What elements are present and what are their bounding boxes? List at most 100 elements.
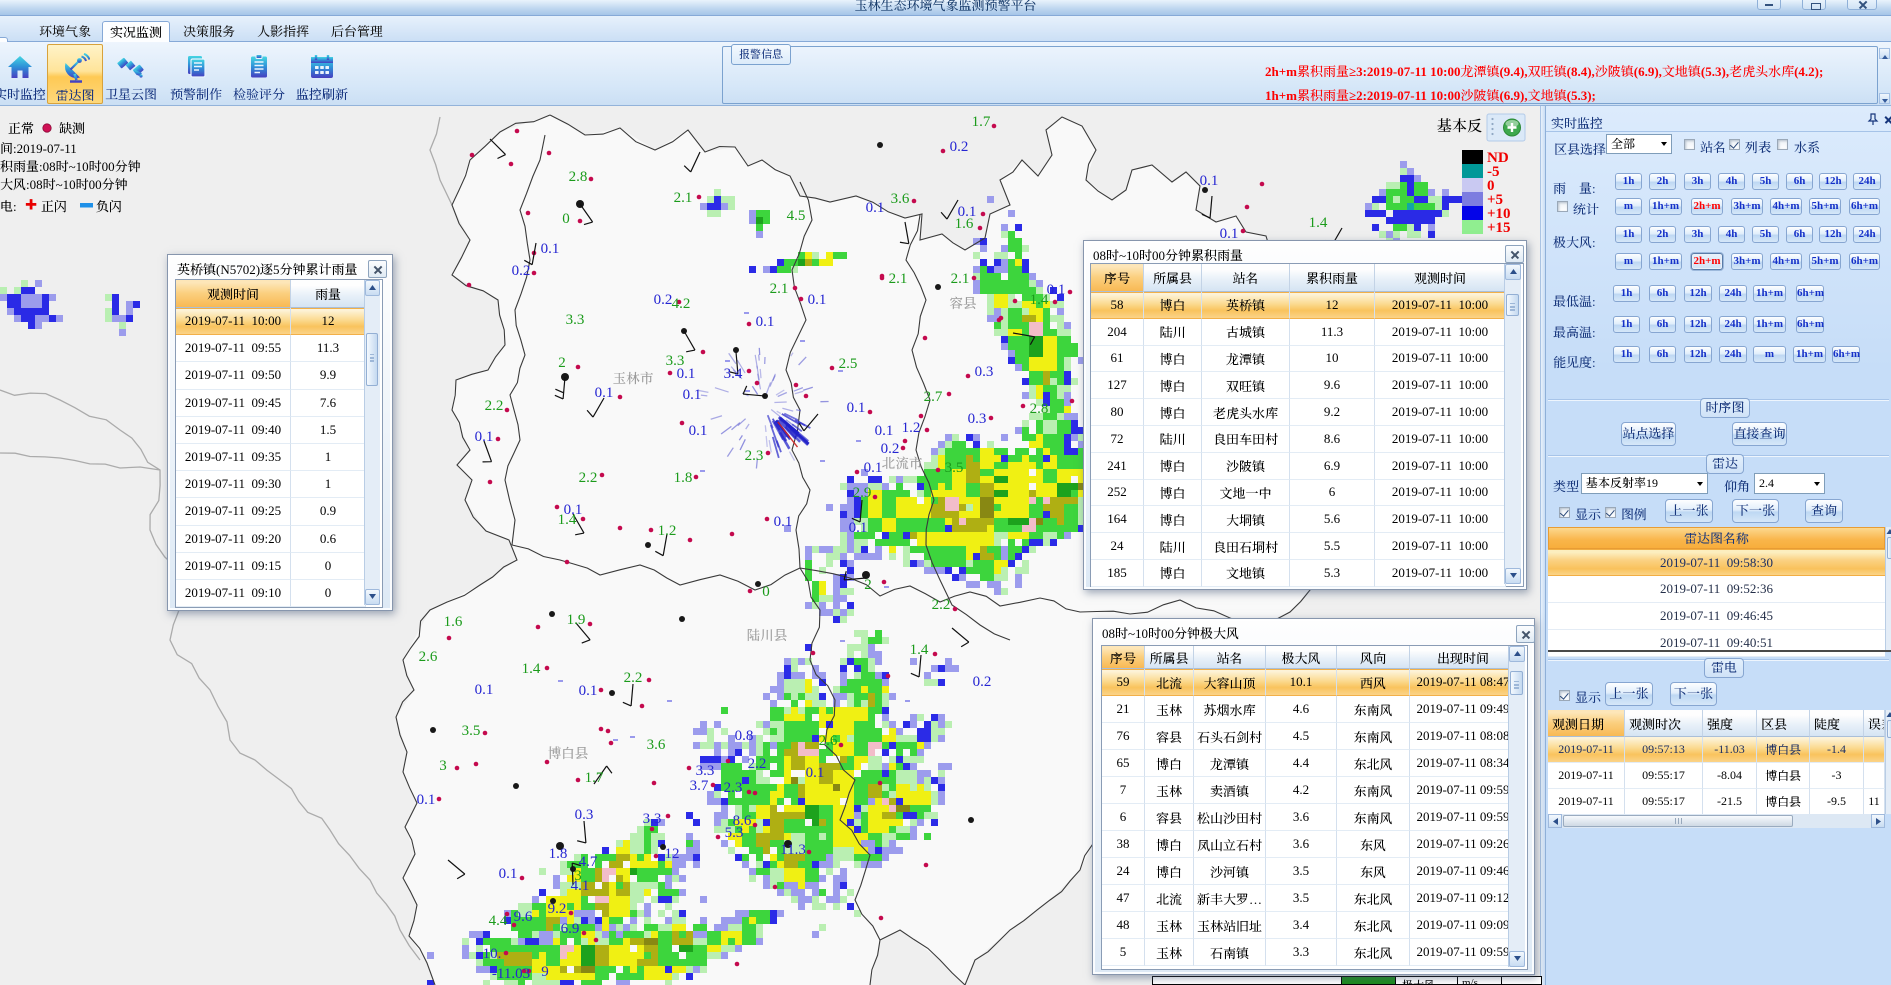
wind-cell[interactable]: 2019-07-11 09:49 [1410,696,1517,723]
wind-cell[interactable]: 4.6 [1266,696,1337,723]
rain-accum-cell[interactable]: 良田石垌村 [1202,533,1290,560]
btn-tmin-24h[interactable]: 24h [1719,285,1747,302]
btn-wind-stat-m[interactable]: m [1615,253,1642,270]
btn-rain-stat-5h_m[interactable]: 5h+m [1809,198,1841,215]
lightning-cell[interactable]: 2019-07-11 [1548,789,1625,815]
alert-scroll-down-icon[interactable] [1879,93,1890,104]
wind-cell[interactable]: 65 [1102,750,1145,777]
scroll-thumb[interactable] [366,333,378,386]
btn-rain-stat-4h_m[interactable]: 4h+m [1770,198,1802,215]
wind-cell[interactable]: 3.6 [1266,831,1337,858]
wind-col-header[interactable]: 风向 [1337,646,1410,669]
wind-cell[interactable]: 西风 [1337,669,1410,696]
lightning-cell[interactable]: -11.03 [1703,737,1757,763]
wind-cell[interactable]: 24 [1102,858,1145,885]
wind-scrollbar[interactable] [1508,646,1525,967]
lightning-col-header[interactable]: 观测日期 [1548,710,1625,737]
scroll-up-button[interactable] [365,280,380,296]
wind-cell[interactable]: 6 [1102,804,1145,831]
btn-wind-1h[interactable]: 1h [1615,226,1642,243]
rain-accum-cell[interactable]: 2019-07-11 10:00 [1375,560,1506,587]
rain5-cell[interactable]: 1 [291,471,366,498]
rain-accum-cell[interactable]: 6.9 [1290,453,1375,480]
rain-accum-scrollbar[interactable] [1504,264,1521,584]
wind-cell[interactable]: 新丰大罗… [1194,885,1266,912]
wind-cell[interactable]: 博白 [1145,831,1194,858]
wind-cell[interactable]: 2019-07-11 08:08 [1410,723,1517,750]
btn-wind-stat-4h_m[interactable]: 4h+m [1770,253,1802,270]
wind-cell[interactable]: 2019-07-11 09:59 [1410,939,1517,966]
lightning-col-header[interactable]: 强度 [1703,710,1757,737]
scroll-down-button[interactable] [365,589,380,605]
rain-accum-cell[interactable]: 5.6 [1290,506,1375,533]
lightning-col-header[interactable]: 观测时次 [1625,710,1703,737]
rain-accum-cell[interactable]: 沙陂镇 [1202,453,1290,480]
elevation-select[interactable]: 2.4 [1754,473,1825,494]
wind-cell[interactable]: 47 [1102,885,1145,912]
btn-tmax-12h[interactable]: 12h [1684,316,1712,333]
rain5-cell[interactable]: 2019-07-11 09:15 [176,553,291,580]
rain-accum-cell[interactable]: 双旺镇 [1202,372,1290,399]
checkbox-rivers[interactable] [1777,139,1788,150]
wind-table[interactable]: 序号所属县站名极大风风向出现时间59北流大容山顶10.1西风2019-07-11… [1101,645,1528,970]
btn-tmax-1h[interactable]: 1h [1613,316,1640,333]
menu-tab-2[interactable]: 实况监测 [102,21,170,43]
rain-accum-cell[interactable]: 2019-07-11 10:00 [1375,292,1506,319]
btn-vis-6h[interactable]: 6h [1649,346,1676,363]
rain-accum-cell[interactable]: 5.5 [1290,533,1375,560]
rain-accum-cell[interactable]: 2019-07-11 10:00 [1375,533,1506,560]
rain-accum-cell[interactable]: 24 [1091,533,1144,560]
rain5-cell[interactable]: 0 [291,580,366,607]
rain-accum-cell[interactable]: 博白 [1144,346,1202,373]
scroll-left-button[interactable] [1548,814,1562,828]
checkbox-legend[interactable] [1605,507,1616,518]
wind-cell[interactable]: 21 [1102,696,1145,723]
menu-tab-5[interactable]: 后台管理 [323,21,391,42]
radar-list-item[interactable]: 2019-07-11 09:46:45 [1548,603,1885,630]
rain-accum-close-button[interactable] [1505,245,1524,263]
wind-cell[interactable]: 2019-07-11 08:47 [1410,669,1517,696]
rain-accum-cell[interactable]: 5.3 [1290,560,1375,587]
rain5-cell[interactable]: 12 [291,308,366,335]
wind-cell[interactable]: 东南风 [1337,804,1410,831]
radar-prev-button[interactable]: 上一张 [1665,499,1713,523]
rain-accum-cell[interactable]: 古城镇 [1202,319,1290,346]
wind-cell[interactable]: 4.2 [1266,777,1337,804]
rain5-cell[interactable]: 2019-07-11 09:10 [176,580,291,607]
rain-accum-cell[interactable]: 文地镇 [1202,560,1290,587]
rain-accum-cell[interactable]: 58 [1091,292,1144,319]
wind-cell[interactable]: 59 [1102,669,1145,696]
checkbox-list[interactable] [1729,139,1740,150]
wind-cell[interactable]: 东南风 [1337,723,1410,750]
wind-cell[interactable]: 2019-07-11 09:46 [1410,858,1517,885]
btn-wind-stat-2h_m[interactable]: 2h+m [1691,253,1723,270]
rain-accum-col-header[interactable]: 序号 [1091,264,1144,292]
wind-cell[interactable]: 2019-07-11 09:59 [1410,777,1517,804]
rain5-cell[interactable]: 11.3 [291,335,366,362]
maximize-button[interactable] [1802,0,1826,10]
rain-accum-cell[interactable]: 老虎头水库 [1202,399,1290,426]
rain5-cell[interactable]: 2019-07-11 09:20 [176,526,291,553]
btn-tmax-6h[interactable]: 6h [1649,316,1676,333]
rain-accum-cell[interactable]: 陆川 [1144,533,1202,560]
rain5-cell[interactable]: 2019-07-11 09:30 [176,471,291,498]
rain-accum-cell[interactable]: 博白 [1144,292,1202,319]
rain5-col-header[interactable]: 观测时间 [176,280,291,308]
rain-accum-cell[interactable]: 2019-07-11 10:00 [1375,453,1506,480]
direct-query-button[interactable]: 直接查询 [1732,422,1787,446]
btn-tmax-1h_m[interactable]: 1h+m [1753,316,1786,333]
btn-vis-m[interactable]: m [1753,346,1786,363]
btn-rain-stat-6h_m[interactable]: 6h+m [1849,198,1880,215]
btn-rain-stat-3h_m[interactable]: 3h+m [1731,198,1763,215]
rain-accum-panel[interactable]: 08时~10时00分钟累积雨量 序号所属县站名累积雨量观测时间58博白英桥镇12… [1083,240,1527,590]
btn-wind-12h[interactable]: 12h [1819,226,1847,243]
btn-tmin-6h[interactable]: 6h [1649,285,1676,302]
wind-cell[interactable]: 4.4 [1266,750,1337,777]
scroll-right-button[interactable] [1871,814,1885,828]
rain-accum-cell[interactable]: 2019-07-11 10:00 [1375,506,1506,533]
btn-rain-stat-2h_m[interactable]: 2h+m [1691,198,1723,215]
menu-tab-3[interactable]: 决策服务 [175,21,243,42]
btn-vis-1h_m[interactable]: 1h+m [1793,346,1826,363]
wind-cell[interactable]: 3.5 [1266,858,1337,885]
btn-rain-stat-m[interactable]: m [1615,198,1642,215]
